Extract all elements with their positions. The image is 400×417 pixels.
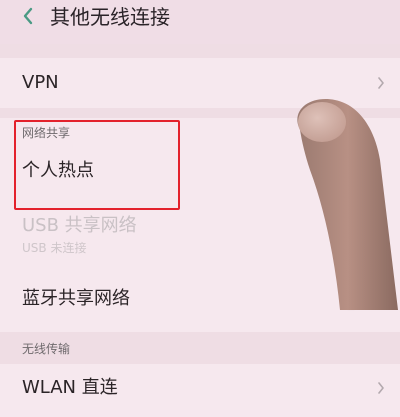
bluetooth-tethering-label: 蓝牙共享网络 bbox=[22, 288, 130, 309]
vpn-label: VPN bbox=[22, 72, 59, 93]
usb-status-text: USB 未连接 bbox=[22, 241, 87, 255]
highlight-annotation-box bbox=[14, 120, 180, 210]
wlan-direct-label: WLAN 直连 bbox=[22, 377, 118, 398]
page-title: 其他无线连接 bbox=[50, 5, 170, 29]
usb-tethering-label: USB 共享网络 bbox=[22, 215, 137, 236]
vpn-chevron-icon bbox=[376, 75, 386, 89]
wireless-transfer-section-label: 无线传输 bbox=[22, 342, 71, 356]
back-chevron-icon[interactable] bbox=[18, 6, 38, 26]
finger-image bbox=[280, 90, 400, 311]
wlan-direct-chevron-icon bbox=[376, 380, 386, 394]
